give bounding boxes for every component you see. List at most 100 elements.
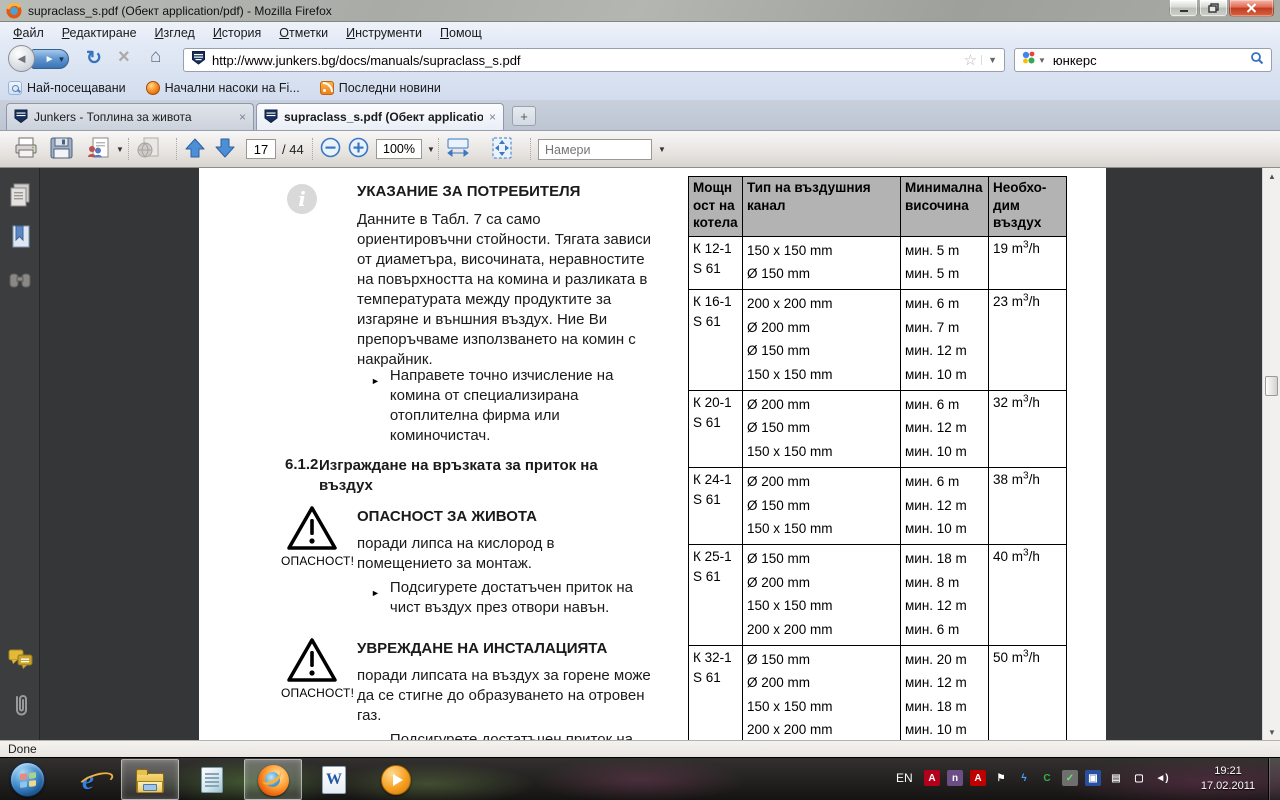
attachments-panel-paperclip-icon[interactable]: [8, 692, 32, 725]
tab-supraclass-pdf[interactable]: supraclass_s.pdf (Обект applicatio... ×: [256, 103, 504, 130]
search-panel-binoculars-icon[interactable]: [8, 268, 32, 297]
tab-close-icon[interactable]: ×: [239, 110, 246, 124]
search-engine-dropdown-icon[interactable]: ▼: [1038, 56, 1046, 65]
section-title: Изграждане на връзката за приток на възд…: [319, 456, 621, 496]
menu-item-file[interactable]: Файл: [4, 24, 53, 42]
table-row: К 24-1S 61Ø 200 mmØ 150 mm150 x 150 mmми…: [689, 468, 1067, 545]
bookmark-getting-started[interactable]: Начални насоки на Fi...: [146, 81, 300, 95]
pdf-scrollbar[interactable]: ▲ ▼: [1262, 168, 1280, 740]
notepad-icon[interactable]: [196, 764, 228, 796]
windows-flag-icon: [20, 772, 36, 788]
bookmark-star-icon[interactable]: ☆: [964, 51, 977, 69]
status-bar: Done: [0, 740, 1280, 757]
find-box[interactable]: [538, 139, 652, 160]
next-page-button[interactable]: [214, 137, 236, 159]
fit-width-button[interactable]: [446, 137, 470, 159]
search-magnifier-icon[interactable]: [1250, 51, 1264, 70]
action-center-flag-icon[interactable]: ⚑: [993, 770, 1009, 786]
word-icon[interactable]: W: [318, 764, 350, 796]
lightning-tray-icon[interactable]: ϟ: [1016, 770, 1032, 786]
taskbar-clock[interactable]: 19:21 17.02.2011: [1194, 764, 1262, 794]
adobe-a-tray-icon[interactable]: A: [970, 770, 986, 786]
air-channel-cell: Ø 150 mmØ 200 mm150 x 150 mm200 x 200 mm: [743, 545, 901, 646]
firefox-icon[interactable]: [257, 764, 289, 796]
table-row: К 32-1S 61Ø 150 mmØ 200 mm150 x 150 mm20…: [689, 646, 1067, 741]
menu-item-view[interactable]: Изглед: [146, 24, 204, 42]
menubar: Файл Редактиране Изглед История Отметки …: [0, 22, 1280, 44]
comments-panel-icon[interactable]: [8, 648, 34, 677]
note-heading: УКАЗАНИЕ ЗА ПОТРЕБИТЕЛЯ: [357, 183, 580, 200]
url-input[interactable]: [212, 53, 964, 68]
home-button[interactable]: ⌂: [150, 46, 161, 68]
bookmarks-panel-icon[interactable]: [8, 224, 32, 255]
minimize-button[interactable]: [1169, 0, 1198, 17]
address-bar[interactable]: ☆ ▼: [183, 48, 1005, 72]
windows-explorer-icon[interactable]: [134, 764, 166, 796]
green-c-tray-icon[interactable]: C: [1039, 770, 1055, 786]
new-tab-button[interactable]: +: [512, 106, 536, 126]
tab-junkers-home[interactable]: Junkers - Топлина за живота ×: [6, 103, 254, 130]
menu-item-tools[interactable]: Инструменти: [337, 24, 431, 42]
danger2-bullet-item: ► Подсигурете достатъчен приток на: [371, 730, 651, 740]
clock-date: 17.02.2011: [1194, 779, 1262, 794]
bullet-arrow-icon: ►: [371, 366, 380, 446]
search-bar[interactable]: ▼: [1014, 48, 1272, 72]
forward-button[interactable]: ►▼: [31, 49, 69, 69]
menu-item-history[interactable]: История: [204, 24, 270, 42]
note-body: Данните в Табл. 7 са само ориентировъчни…: [357, 210, 657, 370]
print-button[interactable]: [14, 137, 38, 159]
fit-page-button[interactable]: [490, 137, 514, 159]
google-engine-icon[interactable]: [1021, 50, 1036, 70]
stop-button[interactable]: ×: [118, 46, 130, 69]
bookmark-most-visited[interactable]: Най-посещавани: [8, 81, 126, 95]
search-input[interactable]: [1053, 53, 1250, 68]
close-button[interactable]: [1229, 0, 1274, 17]
zoom-in-button[interactable]: [348, 137, 369, 158]
previous-page-button[interactable]: [184, 137, 206, 159]
find-dropdown-icon[interactable]: ▼: [658, 145, 666, 154]
find-input[interactable]: [539, 143, 651, 157]
firefox-bookmark-icon: [146, 81, 160, 95]
clipboard-tray-icon[interactable]: ▤: [1108, 770, 1124, 786]
required-air-cell: 50 m3/h: [989, 646, 1067, 741]
collaborate-button[interactable]: [86, 137, 112, 159]
internet-explorer-icon[interactable]: e: [72, 764, 104, 796]
forward-dropdown-icon[interactable]: ▼: [57, 55, 65, 64]
zoom-dropdown-icon[interactable]: ▼: [427, 145, 435, 154]
pages-panel-icon[interactable]: [8, 182, 32, 213]
back-button[interactable]: ◄: [8, 45, 35, 72]
scroll-up-icon[interactable]: ▲: [1263, 168, 1280, 184]
adobe-reader-tray-icon[interactable]: A: [924, 770, 940, 786]
zoom-out-button[interactable]: [320, 137, 341, 158]
menu-item-edit[interactable]: Редактиране: [53, 24, 146, 42]
urlbar-dropdown-icon[interactable]: ▼: [981, 55, 997, 65]
network-tray-icon[interactable]: ▢: [1131, 770, 1147, 786]
restore-button[interactable]: [1199, 0, 1228, 17]
start-button[interactable]: [10, 762, 45, 797]
media-player-icon[interactable]: [380, 764, 412, 796]
menu-item-help[interactable]: Помощ: [431, 24, 491, 42]
danger-triangle-icon: [285, 504, 339, 557]
screen: supraclass_s.pdf (Обект application/pdf)…: [0, 0, 1280, 800]
save-button[interactable]: [50, 137, 73, 159]
show-desktop-button[interactable]: [1268, 758, 1280, 800]
minimize-icon: [1179, 4, 1189, 13]
usb-device-tray-icon[interactable]: ✓: [1062, 770, 1078, 786]
menu-item-bookmarks[interactable]: Отметки: [270, 24, 337, 42]
table-row: К 12-1S 61150 x 150 mmØ 150 mmмин. 5 mми…: [689, 236, 1067, 290]
volume-tray-icon[interactable]: ◄): [1154, 770, 1170, 786]
blue-app-tray-icon[interactable]: ▣: [1085, 770, 1101, 786]
scrollbar-thumb[interactable]: [1265, 376, 1278, 396]
tab-close-icon[interactable]: ×: [489, 110, 496, 124]
zoom-level-select[interactable]: 100%: [376, 139, 422, 159]
min-height-cell: мин. 5 mмин. 5 m: [901, 236, 989, 290]
page-number-input[interactable]: [246, 139, 276, 159]
toolbar-separator: [530, 138, 531, 160]
purple-app-tray-icon[interactable]: n: [947, 770, 963, 786]
share-document-button[interactable]: [136, 137, 162, 159]
reload-button[interactable]: ↻: [86, 47, 102, 70]
collaborate-dropdown-icon[interactable]: ▼: [116, 145, 124, 154]
language-indicator[interactable]: EN: [896, 771, 913, 785]
scroll-down-icon[interactable]: ▼: [1263, 724, 1280, 740]
bookmark-latest-news[interactable]: Последни новини: [320, 81, 441, 95]
